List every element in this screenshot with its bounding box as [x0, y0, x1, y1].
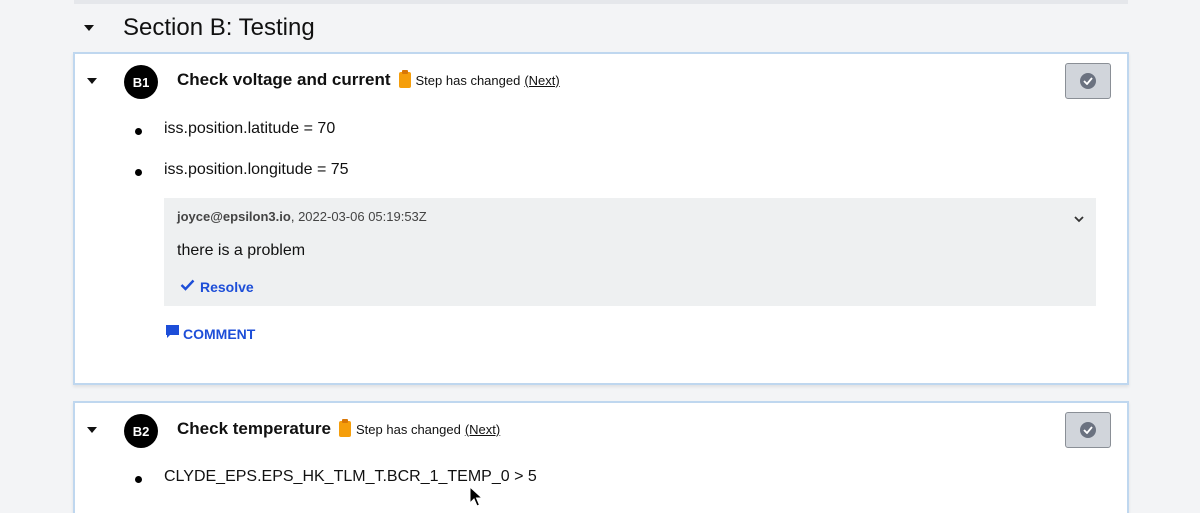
clipboard-icon: [339, 419, 352, 437]
list-item: iss.position.latitude = 70: [135, 120, 335, 138]
step-card-b2: B2 Check temperature Step has changed (N…: [73, 401, 1129, 513]
next-link[interactable]: (Next): [524, 73, 559, 88]
speech-bubble-icon: [165, 324, 180, 344]
next-link[interactable]: (Next): [465, 422, 500, 437]
step-changed-text: Step has changed: [415, 72, 521, 88]
step-header: B1 Check voltage and current Step has ch…: [75, 54, 1127, 110]
resolve-button[interactable]: Resolve: [180, 278, 254, 296]
check-circle-icon: [1080, 422, 1096, 438]
complete-step-button[interactable]: [1065, 63, 1111, 99]
step-title: Check voltage and current: [177, 70, 391, 89]
comment-author: joyce@epsilon3.io: [177, 209, 291, 224]
bullet-icon: [135, 128, 142, 135]
comment-meta: joyce@epsilon3.io, 2022-03-06 05:19:53Z: [177, 209, 427, 224]
check-circle-icon: [1080, 73, 1096, 89]
checkmark-icon: [180, 278, 195, 296]
comment-body: there is a problem: [177, 242, 306, 259]
step-changed-text: Step has changed: [356, 421, 461, 437]
section-header: Section B: Testing: [80, 10, 315, 46]
step-header: B2 Check temperature Step has changed (N…: [75, 403, 1127, 459]
mouse-pointer-icon: [469, 485, 484, 513]
comment-timestamp: 2022-03-06 05:19:53Z: [298, 209, 427, 224]
comment-button[interactable]: COMMENT: [165, 324, 255, 344]
list-item: iss.position.longitude = 75: [135, 161, 349, 179]
step-item-text: CLYDE_EPS.EPS_HK_TLM_T.BCR_1_TEMP_0 > 5: [164, 468, 537, 485]
step-collapse-caret-icon[interactable]: [87, 427, 97, 433]
step-card-b1: B1 Check voltage and current Step has ch…: [73, 52, 1129, 385]
bullet-icon: [135, 476, 142, 483]
step-title-row: Check temperature Step has changed (Next…: [177, 419, 500, 439]
step-badge: B1: [124, 65, 158, 99]
clipboard-icon: [398, 70, 411, 88]
top-divider: [74, 0, 1128, 4]
step-badge: B2: [124, 414, 158, 448]
step-title-row: Check voltage and current Step has chang…: [177, 70, 560, 90]
step-title: Check temperature: [177, 419, 332, 438]
section-title: Section B: Testing: [123, 14, 315, 41]
comment-separator: ,: [290, 209, 295, 224]
comment-button-label: COMMENT: [183, 326, 256, 342]
comment-box: joyce@epsilon3.io, 2022-03-06 05:19:53Z …: [164, 198, 1096, 306]
list-item: CLYDE_EPS.EPS_HK_TLM_T.BCR_1_TEMP_0 > 5: [135, 468, 537, 486]
complete-step-button[interactable]: [1065, 412, 1111, 448]
chevron-down-icon[interactable]: [1074, 210, 1084, 228]
bullet-icon: [135, 169, 142, 176]
section-collapse-caret-icon[interactable]: [84, 25, 94, 31]
step-item-text: iss.position.latitude = 70: [164, 120, 336, 137]
step-collapse-caret-icon[interactable]: [87, 78, 97, 84]
step-item-text: iss.position.longitude = 75: [164, 161, 349, 178]
resolve-label: Resolve: [200, 279, 254, 295]
